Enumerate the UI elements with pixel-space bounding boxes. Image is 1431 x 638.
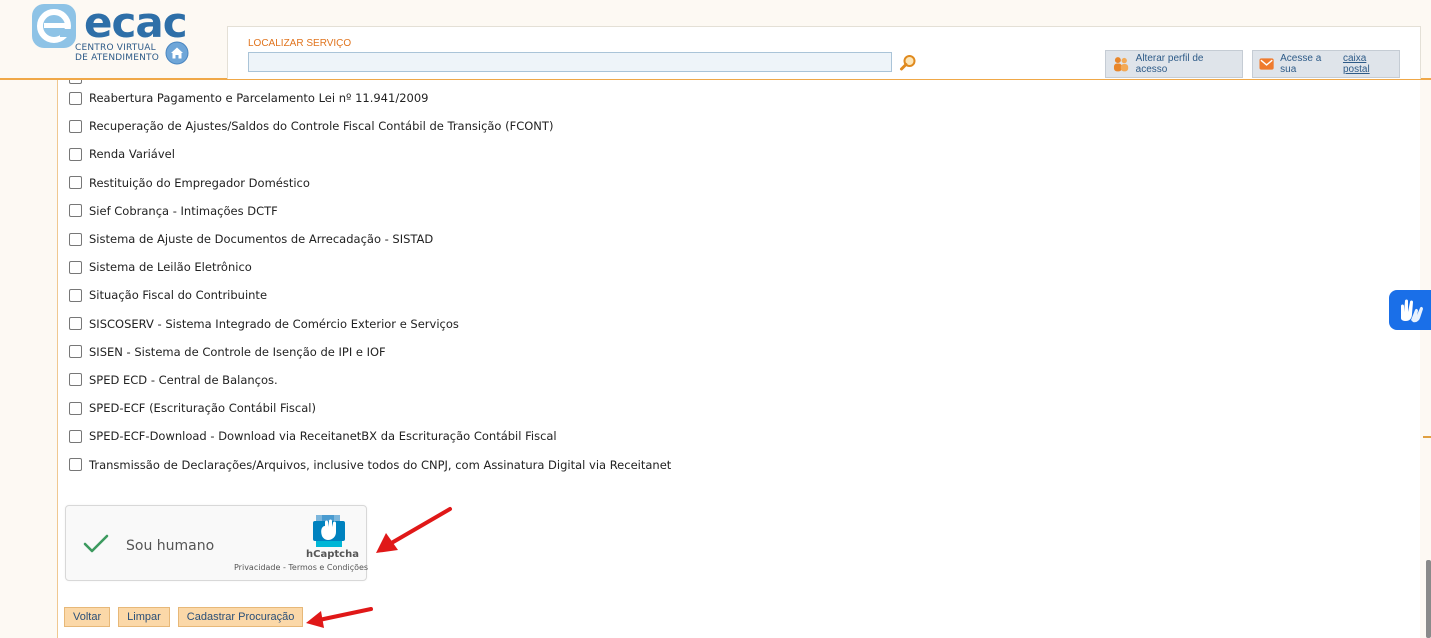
service-label: Transmissão de Declarações/Arquivos, inc…: [89, 457, 672, 472]
service-checkbox[interactable]: [69, 373, 82, 387]
service-item: SISCOSERV - Sistema Integrado de Comérci…: [69, 310, 671, 338]
service-label: Reabertura Pagamento e Parcelamento Lei …: [89, 91, 429, 106]
logo-subtitle: CENTRO VIRTUAL DE ATENDIMENTO: [75, 43, 159, 63]
hcaptcha-logo-icon: [313, 515, 345, 547]
checkmark-icon[interactable]: [82, 532, 110, 556]
change-profile-label: Alterar perfil de acesso: [1135, 53, 1204, 75]
service-item: Sistema de Ajuste de Documentos de Arrec…: [69, 225, 671, 253]
service-label: SISCOSERV - Sistema Integrado de Comérci…: [89, 316, 459, 331]
service-checkbox[interactable]: [69, 91, 82, 105]
hcaptcha-widget: Sou humano hCaptcha Privacidade - Termos…: [65, 505, 368, 581]
home-icon[interactable]: [165, 41, 189, 65]
logo-subtitle-line1: CENTRO VIRTUAL: [75, 43, 156, 53]
service-label: SPED ECD - Central de Balanços.: [89, 372, 278, 387]
service-label: Recuperação de Ajustes/Saldos do Control…: [89, 119, 554, 134]
service-checkbox[interactable]: [69, 119, 82, 133]
site-header: ecac CENTRO VIRTUAL DE ATENDIMENTO LOCAL…: [0, 0, 1431, 80]
service-item: SPED-ECF (Escrituração Contábil Fiscal): [69, 394, 671, 422]
service-label: SPED-ECF (Escrituração Contábil Fiscal): [89, 401, 316, 416]
service-checkbox[interactable]: [69, 401, 82, 415]
service-checkbox[interactable]: [69, 317, 82, 331]
procuracao-form: Reabertura Pagamento e Parcelamento Lei …: [57, 80, 1422, 638]
mailbox-link[interactable]: caixa postal: [1343, 53, 1393, 75]
gutter-marker: [1423, 436, 1431, 438]
service-item: Recuperação de Ajustes/Saldos do Control…: [69, 112, 671, 140]
mailbox-button[interactable]: Acesse a sua caixa postal: [1252, 50, 1400, 78]
change-profile-button[interactable]: Alterar perfil de acesso: [1105, 50, 1243, 78]
mailbox-prefix: Acesse a sua: [1280, 53, 1322, 75]
service-checkbox[interactable]: [69, 429, 82, 443]
service-checkbox[interactable]: [69, 260, 82, 274]
captcha-annotation-arrow-icon: [376, 507, 452, 553]
service-checkbox[interactable]: [69, 458, 82, 472]
service-checkbox[interactable]: [69, 232, 82, 246]
service-item: Reabertura Pagamento e Parcelamento Lei …: [69, 84, 671, 112]
envelope-icon: [1259, 58, 1274, 70]
service-label: Renda Variável: [89, 147, 175, 162]
service-item: Restituição do Empregador Doméstico: [69, 169, 671, 197]
service-label: Sistema de Leilão Eletrônico: [89, 260, 252, 275]
service-checkbox[interactable]: [69, 204, 82, 218]
vlibras-accessibility-button[interactable]: [1389, 290, 1431, 330]
service-checkbox[interactable]: [69, 176, 82, 190]
service-checkbox[interactable]: [69, 345, 82, 359]
service-label: SISEN - Sistema de Controle de Isenção d…: [89, 344, 386, 359]
submit-annotation-arrow-icon: [306, 607, 373, 628]
scrollbar-thumb[interactable]: [1426, 560, 1431, 638]
captcha-label: Sou humano: [126, 538, 215, 554]
search-icon[interactable]: [899, 54, 917, 72]
service-item: SPED-ECF-Download - Download via Receita…: [69, 422, 671, 450]
service-item: SISEN - Sistema de Controle de Isenção d…: [69, 338, 671, 366]
logo-wordmark: ecac: [84, 0, 188, 47]
service-label: SPED-ECF-Download - Download via Receita…: [89, 429, 557, 444]
service-label: Sief Cobrança - Intimações DCTF: [89, 203, 278, 218]
sign-language-hands-icon: [1401, 299, 1423, 323]
service-label: Situação Fiscal do Contribuinte: [89, 288, 268, 303]
service-item: SPED ECD - Central de Balanços.: [69, 366, 671, 394]
ecac-logo-e-icon: [32, 4, 76, 48]
users-icon: [1113, 57, 1129, 72]
service-item: Transmissão de Declarações/Arquivos, inc…: [69, 450, 671, 478]
page-gutter: [1420, 80, 1431, 638]
service-item: Renda Variável: [69, 140, 671, 168]
service-search-input[interactable]: [248, 52, 892, 72]
service-search-panel: LOCALIZAR SERVIÇO Alterar perfil de aces…: [227, 26, 1421, 79]
service-checkbox-list: Reabertura Pagamento e Parcelamento Lei …: [69, 80, 671, 479]
clear-button[interactable]: Limpar: [118, 607, 170, 627]
service-item: Situação Fiscal do Contribuinte: [69, 281, 671, 309]
hcaptcha-brand: hCaptcha: [306, 549, 359, 560]
service-item: Sistema de Leilão Eletrônico: [69, 253, 671, 281]
service-checkbox[interactable]: [69, 288, 82, 302]
search-label: LOCALIZAR SERVIÇO: [248, 38, 352, 49]
form-actions: Voltar Limpar Cadastrar Procuração: [64, 607, 304, 627]
service-label: Sistema de Ajuste de Documentos de Arrec…: [89, 232, 434, 247]
submit-procuracao-button[interactable]: Cadastrar Procuração: [177, 607, 304, 627]
logo-subtitle-line2: DE ATENDIMENTO: [75, 53, 160, 63]
service-checkbox[interactable]: [69, 147, 82, 161]
service-item: Sief Cobrança - Intimações DCTF: [69, 197, 671, 225]
service-label: Restituição do Empregador Doméstico: [89, 175, 310, 190]
hcaptcha-links[interactable]: Privacidade - Termos e Condições: [234, 563, 368, 572]
service-checkbox[interactable]: [69, 80, 82, 84]
back-button[interactable]: Voltar: [64, 607, 111, 627]
